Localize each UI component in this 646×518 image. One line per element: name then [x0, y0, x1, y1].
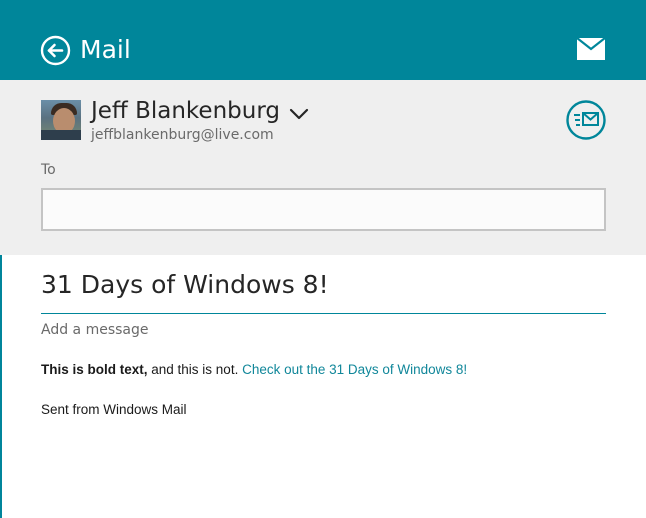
message-signature: Sent from Windows Mail — [41, 402, 187, 417]
subject-field[interactable]: 31 Days of Windows 8! — [41, 268, 329, 302]
send-mail-icon[interactable] — [566, 100, 606, 140]
avatar — [41, 100, 81, 140]
to-label: To — [41, 162, 56, 178]
app-header: Mail — [0, 0, 646, 80]
chevron-down-icon — [289, 108, 309, 120]
app-title: Mail — [80, 35, 131, 64]
sender-name: Jeff Blankenburg — [91, 98, 280, 124]
sender-email: jeffblankenburg@live.com — [91, 127, 274, 143]
to-field[interactable] — [41, 188, 606, 231]
message-body-line[interactable]: This is bold text, and this is not. Chec… — [41, 361, 467, 378]
plain-text: and this is not. — [147, 362, 243, 377]
back-arrow-circle-icon[interactable] — [40, 35, 71, 66]
bold-text: This is bold text, — [41, 362, 148, 377]
sender-account-selector[interactable]: Jeff Blankenburg — [91, 95, 309, 127]
envelope-icon[interactable] — [577, 38, 605, 60]
avatar-shirt — [41, 130, 81, 140]
message-link[interactable]: Check out the 31 Days of Windows 8! — [242, 362, 467, 377]
message-placeholder[interactable]: Add a message — [41, 322, 149, 339]
subject-underline — [41, 313, 606, 314]
